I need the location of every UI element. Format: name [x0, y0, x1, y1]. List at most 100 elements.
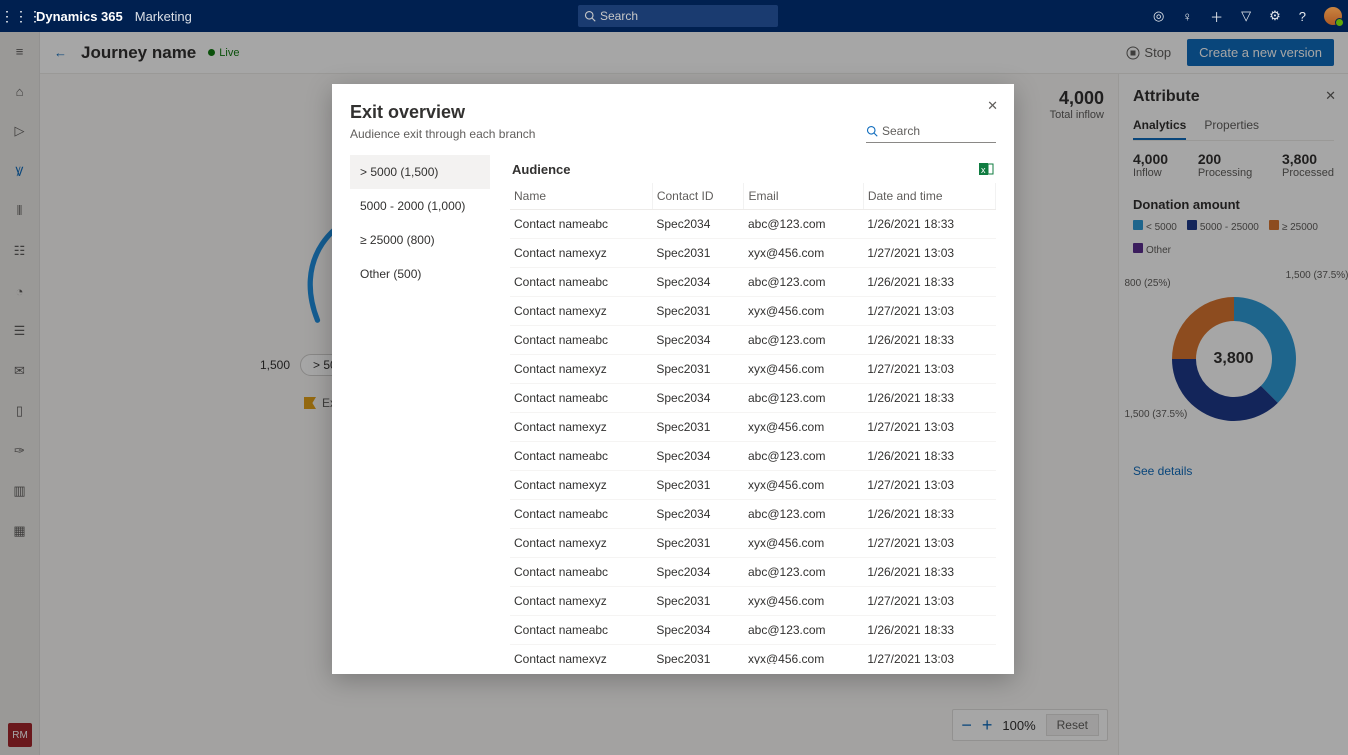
table-row[interactable]: Contact namexyzSpec2031xyx@456.com1/27/2… — [510, 355, 996, 384]
cell-name: Contact namexyz — [510, 529, 652, 558]
branch-item[interactable]: > 5000 (1,500) — [350, 155, 490, 189]
search-placeholder: Search — [600, 9, 638, 23]
col-email[interactable]: Email — [744, 183, 863, 210]
target-icon[interactable]: ◎ — [1153, 8, 1164, 24]
table-row[interactable]: Contact nameabcSpec2034abc@123.com1/26/2… — [510, 384, 996, 413]
cell-name: Contact namexyz — [510, 297, 652, 326]
cell-when: 1/27/2021 13:03 — [863, 587, 995, 616]
branch-list: > 5000 (1,500)5000 - 2000 (1,000)≥ 25000… — [350, 155, 500, 674]
cell-contact: Spec2034 — [652, 616, 744, 645]
table-row[interactable]: Contact namexyzSpec2031xyx@456.com1/27/2… — [510, 413, 996, 442]
cell-contact: Spec2031 — [652, 645, 744, 665]
export-excel-icon[interactable]: x — [978, 161, 994, 177]
cell-when: 1/26/2021 18:33 — [863, 442, 995, 471]
modal-search[interactable]: Search — [866, 124, 996, 143]
cell-when: 1/26/2021 18:33 — [863, 210, 995, 239]
area-label[interactable]: Marketing — [135, 9, 192, 24]
col-when[interactable]: Date and time — [863, 183, 995, 210]
top-actions: ◎ ♀ ＋ ▽ ⚙ ? — [1153, 7, 1342, 26]
cell-name: Contact nameabc — [510, 500, 652, 529]
branch-item[interactable]: 5000 - 2000 (1,000) — [350, 189, 490, 223]
cell-when: 1/26/2021 18:33 — [863, 616, 995, 645]
cell-when: 1/26/2021 18:33 — [863, 326, 995, 355]
audience-table: Name Contact ID Email Date and time Cont… — [510, 183, 996, 664]
cell-name: Contact namexyz — [510, 355, 652, 384]
cell-contact: Spec2034 — [652, 384, 744, 413]
cell-name: Contact namexyz — [510, 645, 652, 665]
plus-icon[interactable]: ＋ — [1210, 7, 1223, 26]
table-row[interactable]: Contact nameabcSpec2034abc@123.com1/26/2… — [510, 616, 996, 645]
cell-when: 1/27/2021 13:03 — [863, 645, 995, 665]
cell-contact: Spec2031 — [652, 471, 744, 500]
col-name[interactable]: Name — [510, 183, 652, 210]
cell-email: xyx@456.com — [744, 587, 863, 616]
cell-name: Contact namexyz — [510, 413, 652, 442]
cell-when: 1/26/2021 18:33 — [863, 500, 995, 529]
cell-name: Contact namexyz — [510, 471, 652, 500]
cell-email: xyx@456.com — [744, 239, 863, 268]
cell-email: xyx@456.com — [744, 355, 863, 384]
cell-when: 1/26/2021 18:33 — [863, 384, 995, 413]
brand: Dynamics 365 — [36, 9, 135, 24]
cell-name: Contact nameabc — [510, 442, 652, 471]
table-row[interactable]: Contact namexyzSpec2031xyx@456.com1/27/2… — [510, 645, 996, 665]
cell-contact: Spec2034 — [652, 210, 744, 239]
cell-email: abc@123.com — [744, 326, 863, 355]
cell-when: 1/27/2021 13:03 — [863, 239, 995, 268]
table-row[interactable]: Contact namexyzSpec2031xyx@456.com1/27/2… — [510, 529, 996, 558]
table-row[interactable]: Contact nameabcSpec2034abc@123.com1/26/2… — [510, 326, 996, 355]
modal-close-icon[interactable]: ✕ — [987, 98, 998, 114]
cell-contact: Spec2031 — [652, 529, 744, 558]
table-row[interactable]: Contact nameabcSpec2034abc@123.com1/26/2… — [510, 500, 996, 529]
cell-contact: Spec2031 — [652, 297, 744, 326]
table-row[interactable]: Contact nameabcSpec2034abc@123.com1/26/2… — [510, 210, 996, 239]
search-icon — [866, 125, 878, 137]
cell-email: abc@123.com — [744, 616, 863, 645]
table-row[interactable]: Contact namexyzSpec2031xyx@456.com1/27/2… — [510, 587, 996, 616]
svg-text:x: x — [981, 165, 986, 175]
table-row[interactable]: Contact namexyzSpec2031xyx@456.com1/27/2… — [510, 471, 996, 500]
top-nav: ⋮⋮⋮ Dynamics 365 Marketing Search ◎ ♀ ＋ … — [0, 0, 1348, 32]
cell-when: 1/27/2021 13:03 — [863, 471, 995, 500]
cell-name: Contact nameabc — [510, 384, 652, 413]
cell-contact: Spec2031 — [652, 587, 744, 616]
cell-email: abc@123.com — [744, 210, 863, 239]
app-launcher-icon[interactable]: ⋮⋮⋮ — [0, 8, 36, 25]
lightbulb-icon[interactable]: ♀ — [1182, 9, 1192, 24]
filter-icon[interactable]: ▽ — [1241, 8, 1251, 24]
search-icon — [584, 10, 596, 22]
cell-when: 1/27/2021 13:03 — [863, 413, 995, 442]
cell-when: 1/27/2021 13:03 — [863, 355, 995, 384]
settings-icon[interactable]: ⚙ — [1269, 8, 1281, 24]
table-row[interactable]: Contact namexyzSpec2031xyx@456.com1/27/2… — [510, 297, 996, 326]
cell-name: Contact nameabc — [510, 616, 652, 645]
global-search[interactable]: Search — [578, 5, 778, 27]
cell-email: xyx@456.com — [744, 297, 863, 326]
branch-item[interactable]: ≥ 25000 (800) — [350, 223, 490, 257]
modal-title: Exit overview — [350, 102, 996, 123]
cell-contact: Spec2034 — [652, 326, 744, 355]
cell-contact: Spec2031 — [652, 413, 744, 442]
branch-item[interactable]: Other (500) — [350, 257, 490, 291]
cell-contact: Spec2031 — [652, 355, 744, 384]
cell-email: xyx@456.com — [744, 471, 863, 500]
cell-name: Contact nameabc — [510, 558, 652, 587]
cell-when: 1/26/2021 18:33 — [863, 558, 995, 587]
cell-contact: Spec2031 — [652, 239, 744, 268]
cell-when: 1/27/2021 13:03 — [863, 297, 995, 326]
cell-when: 1/27/2021 13:03 — [863, 529, 995, 558]
col-contact[interactable]: Contact ID — [652, 183, 744, 210]
table-row[interactable]: Contact nameabcSpec2034abc@123.com1/26/2… — [510, 558, 996, 587]
cell-name: Contact nameabc — [510, 268, 652, 297]
cell-name: Contact nameabc — [510, 326, 652, 355]
table-row[interactable]: Contact namexyzSpec2031xyx@456.com1/27/2… — [510, 239, 996, 268]
cell-contact: Spec2034 — [652, 500, 744, 529]
table-row[interactable]: Contact nameabcSpec2034abc@123.com1/26/2… — [510, 442, 996, 471]
cell-email: xyx@456.com — [744, 529, 863, 558]
cell-email: abc@123.com — [744, 384, 863, 413]
help-icon[interactable]: ? — [1299, 9, 1306, 24]
cell-when: 1/26/2021 18:33 — [863, 268, 995, 297]
table-row[interactable]: Contact nameabcSpec2034abc@123.com1/26/2… — [510, 268, 996, 297]
avatar[interactable] — [1324, 7, 1342, 25]
cell-email: abc@123.com — [744, 268, 863, 297]
